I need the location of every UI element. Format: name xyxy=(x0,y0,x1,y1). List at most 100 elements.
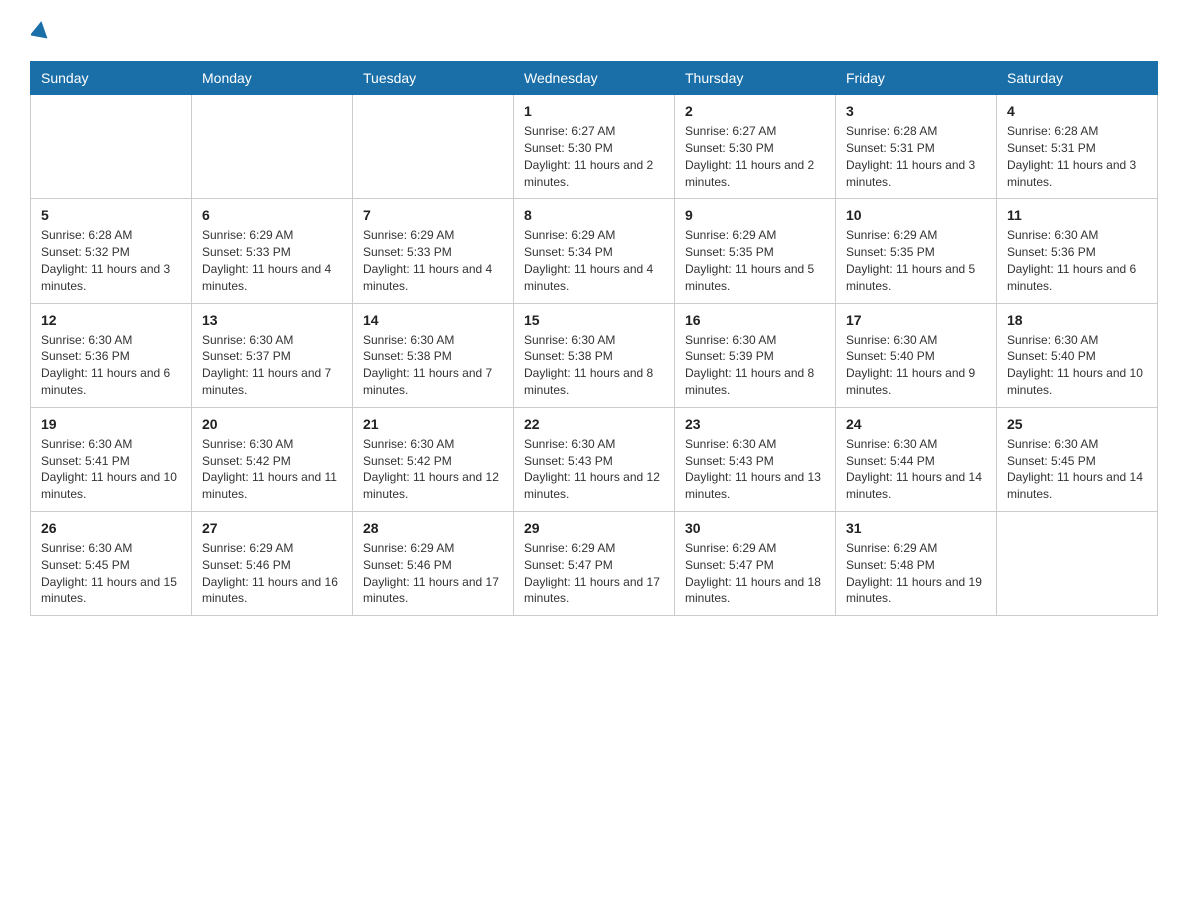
day-info: Sunrise: 6:29 AM Sunset: 5:47 PM Dayligh… xyxy=(685,540,825,607)
calendar-cell: 21Sunrise: 6:30 AM Sunset: 5:42 PM Dayli… xyxy=(353,407,514,511)
calendar-cell xyxy=(997,511,1158,615)
calendar-cell: 14 Sunrise: 6:30 AM Sunset: 5:38 PM Dayli… xyxy=(353,303,514,407)
day-info: Sunrise: 6:30 AM Sunset: 5:43 PM Dayligh… xyxy=(685,436,825,503)
calendar-cell: 9 Sunrise: 6:29 AM Sunset: 5:35 PM Daylig… xyxy=(675,199,836,303)
day-number: 1 xyxy=(524,103,664,119)
day-number: 22 xyxy=(524,416,664,432)
day-info: Sunrise: 6:28 AM Sunset: 5:32 PM Dayligh… xyxy=(41,227,181,294)
day-number: 13 xyxy=(202,312,342,328)
day-info: Sunrise: 6:30 AM Sunset: 5:45 PM Dayligh… xyxy=(1007,436,1147,503)
day-info: Sunrise: 6:30 AM Sunset: 5:38 PM Dayligh… xyxy=(363,332,503,399)
calendar-cell: 28 Sunrise: 6:29 AM Sunset: 5:46 PM Dayli… xyxy=(353,511,514,615)
calendar-cell: 27 Sunrise: 6:29 AM Sunset: 5:46 PM Dayli… xyxy=(192,511,353,615)
calendar-cell: 1 Sunrise: 6:27 AM Sunset: 5:30 PM Daylig… xyxy=(514,95,675,199)
day-info: Sunrise: 6:30 AM Sunset: 5:38 PM Dayligh… xyxy=(524,332,664,399)
calendar-cell: 23 Sunrise: 6:30 AM Sunset: 5:43 PM Dayli… xyxy=(675,407,836,511)
day-number: 21 xyxy=(363,416,503,432)
calendar-cell: 24 Sunrise: 6:30 AM Sunset: 5:44 PM Dayli… xyxy=(836,407,997,511)
calendar-cell: 29 Sunrise: 6:29 AM Sunset: 5:47 PM Dayli… xyxy=(514,511,675,615)
calendar-cell: 31 Sunrise: 6:29 AM Sunset: 5:48 PM Dayli… xyxy=(836,511,997,615)
day-number: 4 xyxy=(1007,103,1147,119)
calendar-cell xyxy=(192,95,353,199)
calendar-cell: 5 Sunrise: 6:28 AM Sunset: 5:32 PM Daylig… xyxy=(31,199,192,303)
day-number: 5 xyxy=(41,207,181,223)
day-info: Sunrise: 6:30 AM Sunset: 5:40 PM Dayligh… xyxy=(1007,332,1147,399)
day-number: 6 xyxy=(202,207,342,223)
day-number: 12 xyxy=(41,312,181,328)
calendar-cell: 16 Sunrise: 6:30 AM Sunset: 5:39 PM Dayli… xyxy=(675,303,836,407)
calendar-cell: 11Sunrise: 6:30 AM Sunset: 5:36 PM Dayli… xyxy=(997,199,1158,303)
calendar-cell: 26 Sunrise: 6:30 AM Sunset: 5:45 PM Dayli… xyxy=(31,511,192,615)
day-info: Sunrise: 6:29 AM Sunset: 5:48 PM Dayligh… xyxy=(846,540,986,607)
day-number: 16 xyxy=(685,312,825,328)
day-number: 24 xyxy=(846,416,986,432)
day-number: 9 xyxy=(685,207,825,223)
calendar-cell: 3 Sunrise: 6:28 AM Sunset: 5:31 PM Daylig… xyxy=(836,95,997,199)
day-info: Sunrise: 6:28 AM Sunset: 5:31 PM Dayligh… xyxy=(846,123,986,190)
day-info: Sunrise: 6:29 AM Sunset: 5:35 PM Dayligh… xyxy=(846,227,986,294)
day-info: Sunrise: 6:30 AM Sunset: 5:40 PM Dayligh… xyxy=(846,332,986,399)
calendar-cell xyxy=(31,95,192,199)
day-info: Sunrise: 6:29 AM Sunset: 5:46 PM Dayligh… xyxy=(202,540,342,607)
day-info: Sunrise: 6:30 AM Sunset: 5:43 PM Dayligh… xyxy=(524,436,664,503)
day-number: 7 xyxy=(363,207,503,223)
calendar-week-5: 26 Sunrise: 6:30 AM Sunset: 5:45 PM Dayli… xyxy=(31,511,1158,615)
calendar-cell: 19Sunrise: 6:30 AM Sunset: 5:41 PM Dayli… xyxy=(31,407,192,511)
day-number: 17 xyxy=(846,312,986,328)
day-number: 29 xyxy=(524,520,664,536)
day-number: 25 xyxy=(1007,416,1147,432)
day-number: 23 xyxy=(685,416,825,432)
day-number: 3 xyxy=(846,103,986,119)
header-monday: Monday xyxy=(192,62,353,95)
day-number: 31 xyxy=(846,520,986,536)
day-number: 15 xyxy=(524,312,664,328)
calendar-week-3: 12 Sunrise: 6:30 AM Sunset: 5:36 PM Dayli… xyxy=(31,303,1158,407)
day-number: 20 xyxy=(202,416,342,432)
day-number: 30 xyxy=(685,520,825,536)
day-info: Sunrise: 6:30 AM Sunset: 5:44 PM Dayligh… xyxy=(846,436,986,503)
day-info: Sunrise: 6:29 AM Sunset: 5:33 PM Dayligh… xyxy=(202,227,342,294)
calendar-cell: 12 Sunrise: 6:30 AM Sunset: 5:36 PM Dayli… xyxy=(31,303,192,407)
header-thursday: Thursday xyxy=(675,62,836,95)
calendar-cell: 13 Sunrise: 6:30 AM Sunset: 5:37 PM Dayli… xyxy=(192,303,353,407)
day-number: 14 xyxy=(363,312,503,328)
calendar-week-1: 1 Sunrise: 6:27 AM Sunset: 5:30 PM Daylig… xyxy=(31,95,1158,199)
header-sunday: Sunday xyxy=(31,62,192,95)
day-number: 26 xyxy=(41,520,181,536)
day-number: 27 xyxy=(202,520,342,536)
calendar-cell: 6 Sunrise: 6:29 AM Sunset: 5:33 PM Daylig… xyxy=(192,199,353,303)
day-info: Sunrise: 6:29 AM Sunset: 5:47 PM Dayligh… xyxy=(524,540,664,607)
calendar-cell: 15 Sunrise: 6:30 AM Sunset: 5:38 PM Dayli… xyxy=(514,303,675,407)
day-number: 8 xyxy=(524,207,664,223)
day-number: 18 xyxy=(1007,312,1147,328)
logo xyxy=(30,20,50,47)
calendar-cell xyxy=(353,95,514,199)
calendar-cell: 2Sunrise: 6:27 AM Sunset: 5:30 PM Daylig… xyxy=(675,95,836,199)
day-info: Sunrise: 6:29 AM Sunset: 5:46 PM Dayligh… xyxy=(363,540,503,607)
calendar-cell: 4 Sunrise: 6:28 AM Sunset: 5:31 PM Daylig… xyxy=(997,95,1158,199)
calendar-week-4: 19Sunrise: 6:30 AM Sunset: 5:41 PM Dayli… xyxy=(31,407,1158,511)
calendar-cell: 10 Sunrise: 6:29 AM Sunset: 5:35 PM Dayli… xyxy=(836,199,997,303)
day-info: Sunrise: 6:29 AM Sunset: 5:33 PM Dayligh… xyxy=(363,227,503,294)
day-number: 28 xyxy=(363,520,503,536)
calendar-cell: 18 Sunrise: 6:30 AM Sunset: 5:40 PM Dayli… xyxy=(997,303,1158,407)
day-info: Sunrise: 6:27 AM Sunset: 5:30 PM Dayligh… xyxy=(524,123,664,190)
header-friday: Friday xyxy=(836,62,997,95)
header-wednesday: Wednesday xyxy=(514,62,675,95)
page-header xyxy=(30,20,1158,47)
day-info: Sunrise: 6:30 AM Sunset: 5:39 PM Dayligh… xyxy=(685,332,825,399)
calendar-cell: 20Sunrise: 6:30 AM Sunset: 5:42 PM Dayli… xyxy=(192,407,353,511)
calendar-cell: 25 Sunrise: 6:30 AM Sunset: 5:45 PM Dayli… xyxy=(997,407,1158,511)
day-info: Sunrise: 6:30 AM Sunset: 5:37 PM Dayligh… xyxy=(202,332,342,399)
day-info: Sunrise: 6:28 AM Sunset: 5:31 PM Dayligh… xyxy=(1007,123,1147,190)
calendar-cell: 17 Sunrise: 6:30 AM Sunset: 5:40 PM Dayli… xyxy=(836,303,997,407)
day-info: Sunrise: 6:30 AM Sunset: 5:36 PM Dayligh… xyxy=(1007,227,1147,294)
calendar-table: SundayMondayTuesdayWednesdayThursdayFrid… xyxy=(30,61,1158,616)
day-info: Sunrise: 6:30 AM Sunset: 5:36 PM Dayligh… xyxy=(41,332,181,399)
day-number: 10 xyxy=(846,207,986,223)
day-info: Sunrise: 6:29 AM Sunset: 5:35 PM Dayligh… xyxy=(685,227,825,294)
calendar-week-2: 5 Sunrise: 6:28 AM Sunset: 5:32 PM Daylig… xyxy=(31,199,1158,303)
day-info: Sunrise: 6:30 AM Sunset: 5:45 PM Dayligh… xyxy=(41,540,181,607)
day-number: 19 xyxy=(41,416,181,432)
day-info: Sunrise: 6:29 AM Sunset: 5:34 PM Dayligh… xyxy=(524,227,664,294)
